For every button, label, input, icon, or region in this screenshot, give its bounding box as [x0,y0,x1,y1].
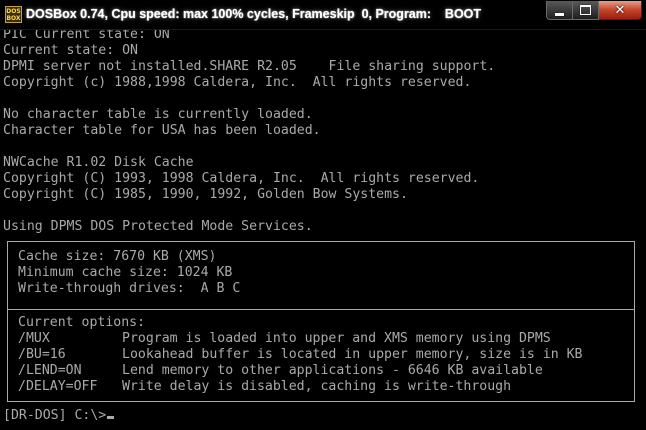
console-line: PIC Current state: ON [3,30,170,42]
console-line: Current state: ON [3,43,138,58]
option-flag: /MUX [18,331,50,346]
maximize-icon [580,5,591,15]
minimize-button[interactable] [546,1,573,20]
option-flag: /LEND=ON [18,363,82,378]
option-desc: Lookahead buffer is located in upper mem… [122,347,583,362]
prompt-text: [DR-DOS] C:\> [3,408,107,423]
console-line: No character table is currently loaded. [3,107,313,122]
console-line: DPMI server not installed.SHARE R2.05 Fi… [3,59,496,74]
command-prompt[interactable]: [DR-DOS] C:\> [3,408,115,424]
options-header: Current options: [18,315,146,330]
min-cache-line: Minimum cache size: 1024 KB [18,265,233,280]
console-line: Copyright (C) 1993, 1998 Caldera, Inc. A… [3,171,480,186]
console-line: Using DPMS DOS Protected Mode Services. [3,219,313,234]
cache-size-line: Cache size: 7670 KB (XMS) [18,249,217,264]
option-flag: /DELAY=OFF [18,379,98,394]
console-line: NWCache R1.02 Disk Cache [3,155,194,170]
title-bar[interactable]: DOS BOX DOSBox 0.74, Cpu speed: max 100%… [0,0,646,30]
minimize-icon [555,12,564,16]
dos-console[interactable]: PIC Current state: ON Current state: ON … [0,30,646,430]
close-button[interactable]: ✕ [599,1,642,20]
box-divider [7,309,635,310]
dosbox-app-icon[interactable]: DOS BOX [5,6,22,23]
window-title: DOSBox 0.74, Cpu speed: max 100% cycles,… [26,7,482,21]
option-desc: Lend memory to other applications - 6646… [122,363,543,378]
console-line: Character table for USA has been loaded. [3,123,321,138]
close-icon: ✕ [614,2,626,18]
console-line: Copyright (c) 1988,1998 Caldera, Inc. Al… [3,75,472,90]
console-line: Copyright (C) 1985, 1990, 1992, Golden B… [3,187,408,202]
option-desc: Write delay is disabled, caching is writ… [122,379,512,394]
option-desc: Program is loaded into upper and XMS mem… [122,331,551,346]
maximize-button[interactable] [573,1,599,20]
write-through-line: Write-through drives: A B C [18,281,241,296]
cursor-icon [107,416,115,419]
option-flag: /BU=16 [18,347,66,362]
